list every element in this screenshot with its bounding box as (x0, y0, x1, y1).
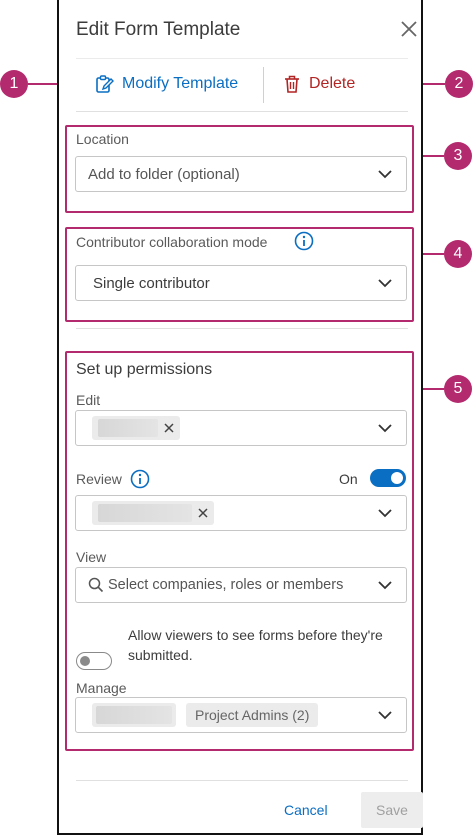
callout-3: 3 (444, 142, 472, 170)
footer-divider (76, 780, 408, 781)
modify-template-button[interactable]: Modify Template (94, 72, 238, 96)
info-icon[interactable] (130, 469, 150, 489)
info-icon[interactable] (294, 231, 314, 251)
cancel-button[interactable]: Cancel (284, 802, 328, 818)
search-icon (88, 577, 104, 593)
edit-label: Edit (76, 392, 101, 408)
chevron-down-icon (378, 711, 392, 720)
review-permissions-select[interactable] (75, 495, 407, 531)
review-member-chip (92, 501, 214, 525)
collab-label: Contributor collaboration mode (76, 234, 268, 250)
redacted-member (98, 419, 158, 437)
header-divider (76, 58, 408, 59)
chevron-down-icon (378, 170, 392, 179)
callout-5: 5 (444, 375, 472, 403)
view-permissions-select[interactable]: Select companies, roles or members (75, 567, 407, 603)
allow-viewers-text: Allow viewers to see forms before they'r… (128, 627, 383, 663)
view-search-placeholder: Select companies, roles or members (108, 577, 344, 593)
allow-viewers-toggle[interactable] (76, 652, 112, 670)
modify-template-label: Modify Template (122, 75, 239, 92)
manage-label: Manage (76, 680, 127, 696)
delete-button[interactable]: Delete (283, 72, 355, 96)
chevron-down-icon (378, 581, 392, 590)
permissions-heading: Set up permissions (76, 361, 213, 378)
edit-member-chip (92, 416, 180, 440)
chevron-down-icon (378, 509, 392, 518)
callout-4: 4 (444, 240, 472, 268)
action-separator (263, 67, 264, 103)
panel-title: Edit Form Template (76, 19, 241, 40)
remove-icon[interactable] (198, 508, 208, 518)
project-admins-chip: Project Admins (2) (186, 703, 319, 727)
chevron-down-icon (378, 279, 392, 288)
remove-icon[interactable] (164, 423, 174, 433)
location-select[interactable]: Add to folder (optional) (75, 156, 407, 192)
collab-mode-value: Single contributor (93, 274, 210, 292)
save-button[interactable]: Save (361, 792, 423, 828)
review-label: Review (76, 471, 122, 487)
callout-1: 1 (0, 70, 28, 98)
delete-label: Delete (309, 75, 356, 92)
redacted-member (98, 504, 192, 522)
edit-permissions-select[interactable] (75, 410, 407, 446)
collab-mode-select[interactable]: Single contributor (75, 265, 407, 301)
redacted-member (96, 706, 172, 724)
close-icon[interactable] (400, 20, 418, 38)
chevron-down-icon (378, 424, 392, 433)
clipboard-edit-icon (96, 75, 114, 93)
review-toggle[interactable] (370, 469, 406, 487)
manage-member-chip (92, 703, 176, 727)
project-admins-label: Project Admins (2) (195, 707, 310, 723)
view-label: View (76, 549, 107, 565)
review-toggle-label: On (339, 471, 358, 487)
save-label: Save (376, 802, 408, 818)
manage-permissions-select[interactable]: Project Admins (2) (75, 697, 407, 733)
callout-2: 2 (445, 70, 473, 98)
edit-form-template-panel: Edit Form Template Modify Template Delet… (57, 0, 423, 835)
section-divider (76, 328, 408, 329)
trash-icon (285, 75, 299, 93)
actions-divider (76, 111, 408, 112)
location-placeholder: Add to folder (optional) (88, 165, 240, 183)
location-label: Location (76, 131, 129, 147)
